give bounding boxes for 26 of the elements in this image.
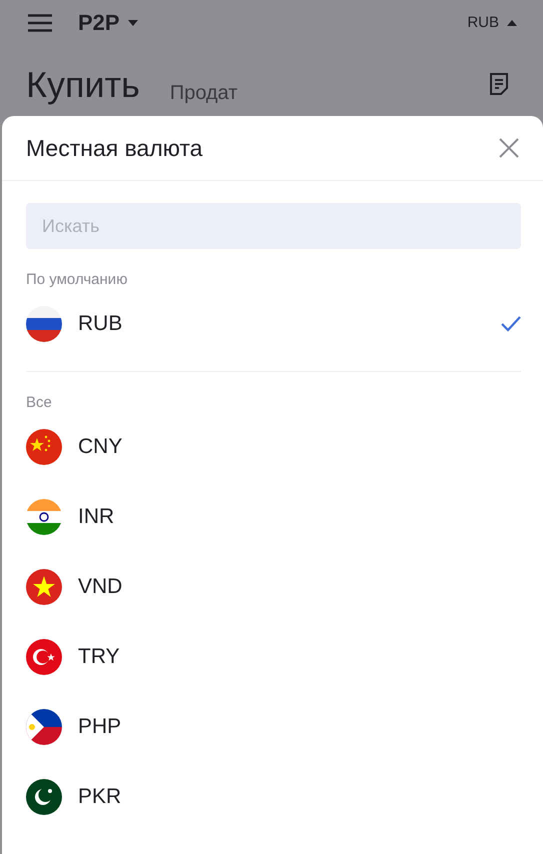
section-title: По умолчанию (26, 271, 128, 288)
flag-icon (26, 429, 62, 465)
caret-icon[interactable] (128, 20, 138, 26)
sheet-title: Местная валюта (26, 134, 203, 162)
flag-icon (26, 569, 62, 605)
currency-option[interactable]: TRY (78, 645, 120, 669)
close-icon[interactable] (499, 138, 519, 158)
menu-icon[interactable] (28, 14, 52, 32)
currency-option[interactable]: VND (78, 575, 122, 599)
document-icon[interactable] (489, 72, 509, 96)
currency-option[interactable]: PHP (78, 715, 122, 739)
currency-option[interactable]: RUB (78, 312, 122, 336)
tab[interactable]: Купить (26, 65, 140, 105)
currency-option[interactable]: CNY (78, 435, 122, 459)
flag-icon (26, 709, 62, 745)
flag-icon (26, 499, 62, 535)
currency-selector[interactable]: RUB (467, 14, 499, 31)
flag-icon (26, 779, 62, 815)
caret-icon[interactable] (507, 20, 517, 26)
flag-icon (26, 639, 62, 675)
currency-option[interactable]: INR (78, 505, 114, 529)
flag-icon (26, 306, 62, 342)
search-field[interactable]: Искать (26, 203, 521, 249)
section-title: Все (26, 394, 52, 411)
currency-option[interactable]: PKR (78, 785, 122, 809)
app-title: P2P (78, 10, 120, 36)
